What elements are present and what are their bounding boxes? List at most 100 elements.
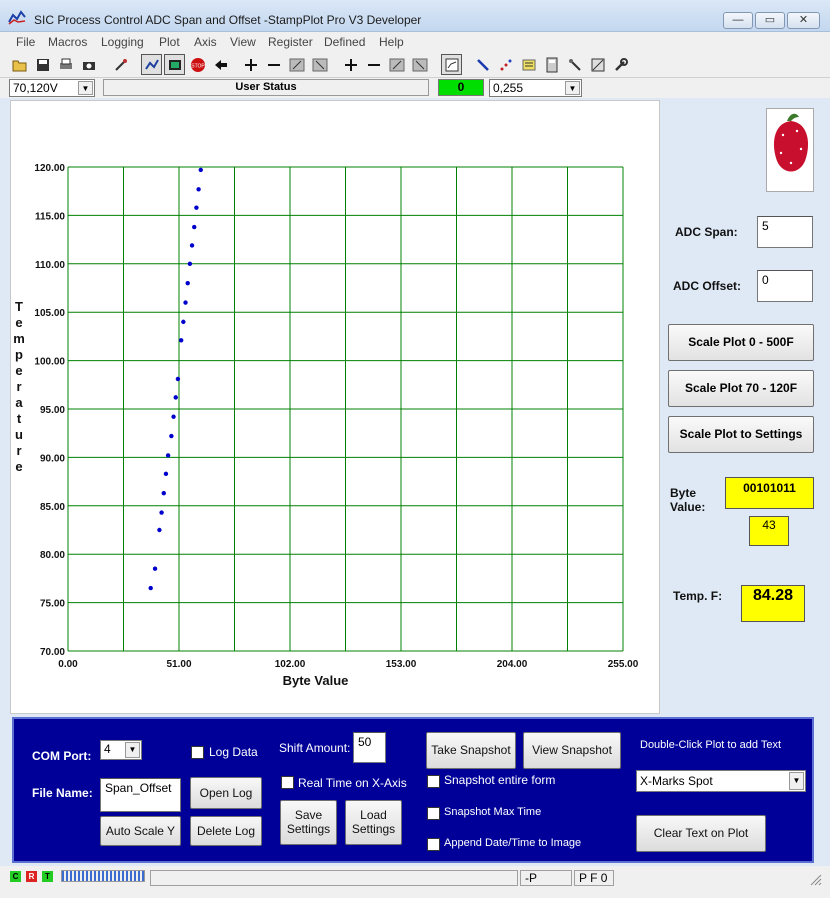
chevron-down-icon[interactable]: ▼ [565, 81, 580, 95]
scale-plot-120-button[interactable]: Scale Plot 70 - 120F [668, 370, 814, 407]
y-tick-label: 90.00 [40, 453, 65, 464]
data-point [152, 566, 158, 571]
shift-right-icon[interactable] [309, 54, 330, 75]
y-axis-label: Temperature [13, 299, 25, 474]
byte-value-label: Byte Value: [670, 486, 706, 514]
menu-file[interactable]: File [16, 35, 35, 49]
shift-down-icon[interactable] [409, 54, 430, 75]
resize-grip-icon[interactable] [808, 872, 822, 886]
magic-wand-icon[interactable] [110, 54, 131, 75]
terminal-icon[interactable] [164, 54, 185, 75]
chevron-down-icon[interactable]: ▼ [125, 742, 140, 758]
minimize-button[interactable]: — [723, 12, 753, 29]
byte-decimal-display: 43 [749, 516, 789, 546]
y-tick-label: 95.00 [40, 405, 65, 416]
right-panel: ADC Span: 5 ADC Offset: 0 Scale Plot 0 -… [662, 98, 830, 714]
save-icon[interactable] [32, 54, 53, 75]
svg-text:STOP: STOP [191, 63, 205, 69]
file-name-field[interactable]: Span_Offset [100, 778, 181, 812]
file-name-label: File Name: [32, 786, 93, 800]
zoom-in-y-icon[interactable] [340, 54, 361, 75]
open-log-button[interactable]: Open Log [190, 777, 262, 809]
snapshot-max-checkbox[interactable] [427, 807, 440, 820]
voltage-combo-value: 70,120V [13, 81, 58, 95]
menu-help[interactable]: Help [379, 35, 404, 49]
menu-bar: File Macros Logging Plot Axis View Regis… [0, 32, 830, 52]
zoom-in-x-icon[interactable] [240, 54, 261, 75]
menu-axis[interactable]: Axis [194, 35, 217, 49]
calculator-icon[interactable] [541, 54, 562, 75]
shift-left-icon[interactable] [286, 54, 307, 75]
arrow-left-icon[interactable] [210, 54, 231, 75]
pen-icon[interactable] [472, 54, 493, 75]
x-axis-label: Byte Value [283, 673, 349, 688]
delete-log-button[interactable]: Delete Log [190, 816, 262, 846]
chevron-down-icon[interactable]: ▼ [789, 772, 804, 790]
adc-span-field[interactable]: 5 [757, 216, 813, 248]
y-tick-label: 100.00 [34, 357, 65, 368]
data-point [196, 187, 201, 192]
led-t: T [42, 871, 53, 882]
shift-up-icon[interactable] [386, 54, 407, 75]
load-settings-button[interactable]: Load Settings [345, 800, 402, 845]
zoom-out-y-icon[interactable] [363, 54, 384, 75]
snapshot-form-checkbox[interactable] [427, 775, 440, 788]
range-combo[interactable]: 0,255 ▼ [489, 79, 582, 97]
menu-register[interactable]: Register [268, 35, 313, 49]
print-icon[interactable] [55, 54, 76, 75]
append-date-checkbox[interactable] [427, 838, 440, 851]
wrench-icon[interactable] [610, 54, 631, 75]
scatter-chart[interactable]: 0.00 51.00 102.00 153.00 204.00 255.00 120.00 1… [11, 101, 661, 715]
scale-plot-500-button[interactable]: Scale Plot 0 - 500F [668, 324, 814, 361]
scale-plot-settings-button[interactable]: Scale Plot to Settings [668, 416, 814, 453]
menu-logging[interactable]: Logging [101, 35, 144, 49]
shift-amount-field[interactable]: 50 [353, 732, 386, 763]
plot-area[interactable]: 0.00 51.00 102.00 153.00 204.00 255.00 120.00 1… [10, 100, 660, 714]
probe-icon[interactable] [564, 54, 585, 75]
y-tick-label: 120.00 [34, 163, 65, 174]
notes-icon[interactable] [518, 54, 539, 75]
window-title: SIC Process Control ADC Span and Offset … [34, 13, 422, 27]
scale-icon[interactable] [587, 54, 608, 75]
double-click-hint: Double-Click Plot to add Text [640, 739, 782, 751]
take-snapshot-button[interactable]: Take Snapshot [426, 732, 516, 769]
adc-offset-field[interactable]: 0 [757, 270, 813, 302]
points-icon[interactable] [495, 54, 516, 75]
data-point [157, 527, 162, 533]
x-tick-label: 51.00 [166, 659, 191, 670]
view-snapshot-button[interactable]: View Snapshot [523, 732, 621, 769]
y-tick-label: 85.00 [40, 502, 65, 513]
clear-text-button[interactable]: Clear Text on Plot [636, 815, 766, 852]
snapshot-max-label: Snapshot Max Time [444, 806, 542, 818]
close-button[interactable]: ✕ [787, 12, 820, 29]
counter-display: 0 [438, 79, 484, 96]
connect-icon[interactable] [141, 54, 162, 75]
led-c: C [10, 871, 21, 882]
control-panel: COM Port: 4 ▼ Log Data Shift Amount: 50 … [12, 717, 814, 863]
data-point [173, 395, 178, 400]
x-tick-label: 255.00 [608, 659, 639, 670]
text-marker-combo[interactable]: X-Marks Spot ▼ [636, 770, 806, 792]
status-row: 70,120V ▼ User Status 0 0,255 ▼ [0, 78, 830, 98]
x-tick-label: 102.00 [275, 659, 306, 670]
data-point [171, 414, 176, 419]
menu-view[interactable]: View [230, 35, 256, 49]
save-settings-button[interactable]: Save Settings [280, 800, 337, 845]
open-folder-icon[interactable] [9, 54, 30, 75]
zoom-out-x-icon[interactable] [263, 54, 284, 75]
camera-icon[interactable] [78, 54, 99, 75]
menu-macros[interactable]: Macros [48, 35, 87, 49]
chevron-down-icon[interactable]: ▼ [78, 81, 93, 95]
log-data-checkbox[interactable] [191, 746, 204, 759]
auto-scale-y-button[interactable]: Auto Scale Y [100, 816, 181, 846]
stop-icon[interactable]: STOP [187, 54, 208, 75]
maximize-button[interactable]: ▭ [755, 12, 785, 29]
menu-defined[interactable]: Defined [324, 35, 365, 49]
realtime-checkbox[interactable] [281, 776, 294, 789]
menu-plot[interactable]: Plot [159, 35, 180, 49]
data-point [148, 585, 153, 591]
x-tick-label: 204.00 [497, 659, 528, 670]
com-port-combo[interactable]: 4 ▼ [100, 740, 142, 760]
voltage-combo[interactable]: 70,120V ▼ [9, 79, 95, 97]
plot-icon[interactable] [441, 54, 462, 75]
